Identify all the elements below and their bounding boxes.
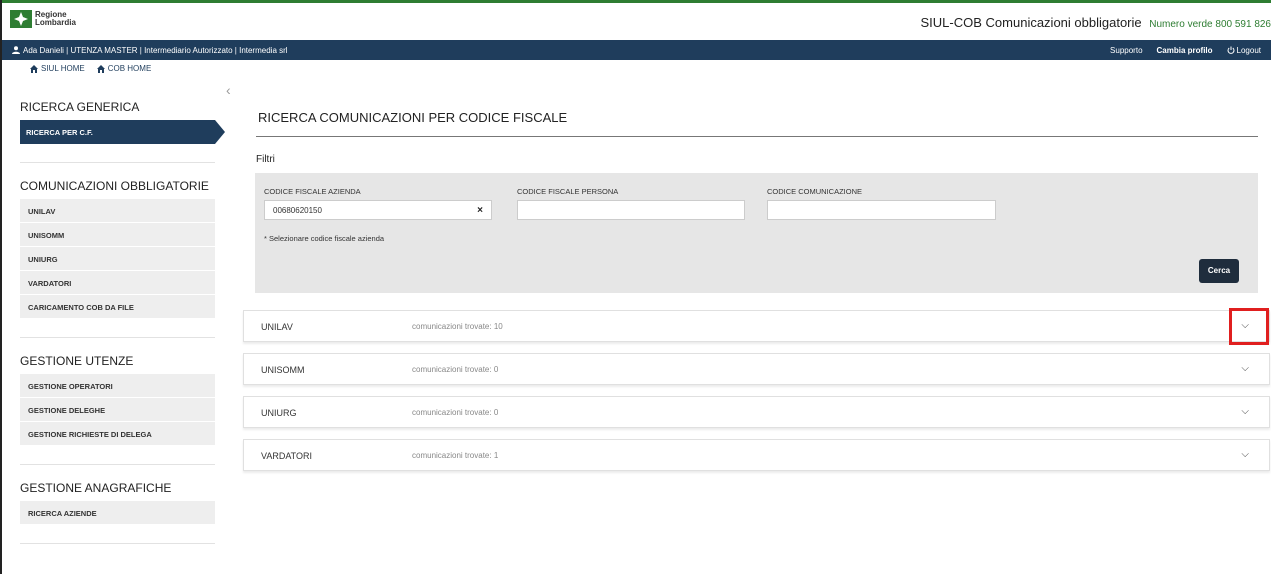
sidebar-item-unisomm[interactable]: UNISOMM: [20, 223, 215, 247]
cambia-profilo-link[interactable]: Cambia profilo: [1157, 46, 1213, 55]
siul-home-link[interactable]: SIUL HOME: [30, 64, 85, 73]
siul-home-label: SIUL HOME: [41, 64, 85, 73]
user-bar: Ada Danieli | UTENZA MASTER | Intermedia…: [2, 40, 1271, 60]
sidebar-item-gestione-operatori[interactable]: GESTIONE OPERATORI: [20, 374, 215, 398]
divider: [256, 136, 1258, 137]
sidebar-item-vardatori[interactable]: VARDATORI: [20, 271, 215, 295]
result-name: UNISOMM: [261, 365, 305, 375]
sidebar-item-ricerca-aziende[interactable]: RICERCA AZIENDE: [20, 501, 215, 525]
sidebar-section-comunicazioni: COMUNICAZIONI OBBLIGATORIE: [20, 179, 209, 193]
sidebar: RICERCA GENERICA RICERCA PER C.F. COMUNI…: [20, 100, 225, 560]
page-title: RICERCA COMUNICAZIONI PER CODICE FISCALE: [258, 110, 568, 125]
codice-comunicazione-label: CODICE COMUNICAZIONE: [767, 187, 863, 196]
result-name: UNIURG: [261, 408, 297, 418]
filters-heading: Filtri: [256, 154, 275, 165]
sidebar-item-richieste-delega[interactable]: GESTIONE RICHIESTE DI DELEGA: [20, 422, 215, 446]
region-logo[interactable]: Regione Lombardia: [10, 10, 76, 28]
cf-azienda-value: 00680620150: [273, 206, 322, 215]
sidebar-item-gestione-deleghe[interactable]: GESTIONE DELEGHE: [20, 398, 215, 422]
chevron-down-icon[interactable]: ⌵: [1241, 449, 1249, 460]
divider: [20, 464, 215, 465]
logout-label: Logout: [1236, 45, 1261, 55]
power-icon: [1227, 46, 1235, 54]
result-accordion-unisomm[interactable]: UNISOMM comunicazioni trovate: 0 ⌵: [243, 353, 1270, 385]
sidebar-section-ricerca: RICERCA GENERICA: [20, 100, 140, 114]
home-icon: [30, 64, 38, 73]
cerca-button[interactable]: Cerca: [1199, 259, 1239, 283]
clear-icon[interactable]: ×: [477, 205, 483, 216]
logo-line2: Lombardia: [35, 18, 76, 27]
supporto-link[interactable]: Supporto: [1110, 46, 1142, 55]
highlight-box: [1229, 308, 1269, 345]
divider: [20, 543, 215, 544]
result-count: comunicazioni trovate: 10: [412, 322, 503, 331]
collapse-sidebar-icon[interactable]: ‹: [226, 82, 231, 98]
helper-note: * Selezionare codice fiscale azienda: [264, 234, 385, 243]
logout-button[interactable]: Logout: [1227, 46, 1261, 55]
region-logo-text: Regione Lombardia: [35, 11, 76, 27]
result-count: comunicazioni trovate: 0: [412, 365, 499, 374]
filter-panel: CODICE FISCALE AZIENDA 00680620150 × COD…: [255, 173, 1258, 293]
result-accordion-vardatori[interactable]: VARDATORI comunicazioni trovate: 1 ⌵: [243, 439, 1270, 471]
cf-persona-field[interactable]: [517, 200, 745, 220]
app-title: SIUL-COB Comunicazioni obbligatorie Nume…: [921, 15, 1271, 30]
header: Regione Lombardia SIUL-COB Comunicazioni…: [2, 3, 1271, 40]
home-icon: [96, 64, 105, 73]
divider: [20, 337, 215, 338]
phone-number: Numero verde 800 591 826: [1149, 19, 1271, 30]
chevron-down-icon[interactable]: ⌵: [1241, 363, 1249, 374]
breadcrumb: SIUL HOME COB HOME: [30, 64, 151, 73]
app-name: SIUL-COB: [920, 15, 982, 30]
cob-home-link[interactable]: COB HOME: [96, 64, 152, 73]
app-subtitle: Comunicazioni obbligatorie: [985, 15, 1142, 30]
user-info: Ada Danieli | UTENZA MASTER | Intermedia…: [12, 46, 288, 55]
sidebar-item-caricamento[interactable]: CARICAMENTO COB DA FILE: [20, 295, 215, 319]
sidebar-section-utenze: GESTIONE UTENZE: [20, 354, 134, 368]
page: Regione Lombardia SIUL-COB Comunicazioni…: [0, 0, 1271, 574]
sidebar-section-anagrafiche: GESTIONE ANAGRAFICHE: [20, 481, 172, 495]
cob-home-label: COB HOME: [107, 64, 152, 73]
sidebar-item-unilav[interactable]: UNILAV: [20, 199, 215, 223]
result-accordion-uniurg[interactable]: UNIURG comunicazioni trovate: 0 ⌵: [243, 396, 1270, 428]
cf-azienda-label: CODICE FISCALE AZIENDA: [264, 187, 361, 196]
region-logo-icon: [10, 10, 32, 28]
result-count: comunicazioni trovate: 1: [412, 451, 499, 460]
result-count: comunicazioni trovate: 0: [412, 408, 499, 417]
sidebar-item-ricerca-cf[interactable]: RICERCA PER C.F.: [20, 120, 225, 144]
result-name: VARDATORI: [261, 451, 313, 461]
result-name: UNILAV: [261, 322, 293, 332]
codice-comunicazione-field[interactable]: [767, 200, 996, 220]
sidebar-item-uniurg[interactable]: UNIURG: [20, 247, 215, 271]
user-icon: [12, 46, 20, 54]
result-accordion-unilav[interactable]: UNILAV comunicazioni trovate: 10 ⌵: [243, 310, 1270, 342]
cf-persona-label: CODICE FISCALE PERSONA: [517, 187, 619, 196]
chevron-down-icon[interactable]: ⌵: [1241, 406, 1249, 417]
user-info-text: Ada Danieli | UTENZA MASTER | Intermedia…: [23, 45, 288, 55]
divider: [20, 162, 215, 163]
cf-azienda-field[interactable]: 00680620150 ×: [264, 200, 492, 220]
